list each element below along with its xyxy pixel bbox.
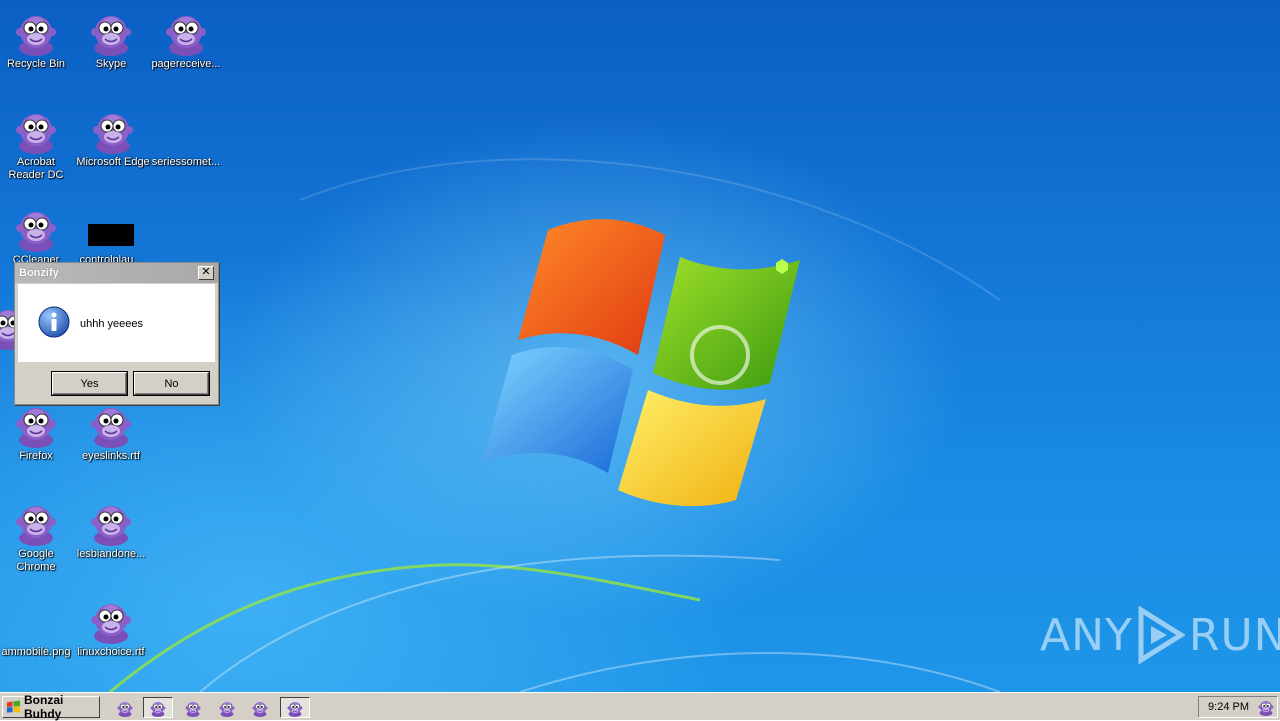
dialog-titlebar[interactable]: Bonzify ✕: [15, 263, 218, 283]
close-icon: ✕: [201, 266, 211, 278]
desktop-icon-lesbiandone[interactable]: lesbiandone...: [73, 498, 149, 561]
bonzi-icon: [12, 204, 60, 252]
bonzi-icon: [251, 699, 269, 717]
desktop-icon-controlplau[interactable]: controlplau...: [73, 204, 149, 267]
windows-logo: [482, 219, 800, 507]
desktop-icon-seriessomet[interactable]: seriessomet...: [148, 106, 224, 169]
bonzi-icon: [116, 699, 134, 717]
desktop-icon-label: Acrobat Reader DC: [8, 156, 64, 181]
dialog-body: uhhh yeeees: [18, 284, 215, 362]
bonzi-icon: [87, 400, 135, 448]
clock[interactable]: 9:24 PM: [1208, 701, 1249, 713]
system-tray: 9:24 PM: [1198, 696, 1278, 718]
desktop-icon-linuxchoice[interactable]: linuxchoice.rtf: [73, 596, 149, 659]
bonzi-icon: [218, 699, 236, 717]
desktop-icon-ccleaner[interactable]: CCleaner: [0, 204, 74, 267]
watermark-left-text: ANY: [1040, 609, 1133, 661]
watermark-right-text: RUN: [1188, 609, 1280, 661]
dialog-message: uhhh yeeees: [80, 318, 143, 330]
message-dialog: Bonzify ✕ uhhh yeeees Yes No: [14, 262, 219, 405]
blank-file-icon: [162, 106, 210, 154]
desktop-icon-label: linuxchoice.rtf: [77, 646, 145, 658]
desktop-icon-label: Recycle Bin: [6, 58, 66, 70]
desktop-icon-firefox[interactable]: Firefox: [0, 400, 74, 463]
close-button[interactable]: ✕: [198, 266, 214, 280]
desktop-icon-label: eyeslinks.rtf: [81, 450, 141, 462]
desktop-icon-label: ammobile.png: [1, 646, 71, 658]
start-button[interactable]: Bonzai Buhdy: [2, 693, 100, 721]
bonzi-icon: [87, 498, 135, 546]
yes-button[interactable]: Yes: [52, 372, 127, 395]
taskbar-app-4[interactable]: [212, 697, 242, 718]
taskbar-app-5[interactable]: [245, 697, 275, 718]
bonzi-icon: [286, 699, 304, 717]
desktop-icon-skype[interactable]: Skype: [73, 8, 149, 71]
start-button-label: Bonzai Buhdy: [24, 693, 64, 721]
dialog-title: Bonzify: [19, 267, 59, 279]
desktop-icon-recycle-bin[interactable]: Recycle Bin: [0, 8, 74, 71]
bonzi-icon: [12, 498, 60, 546]
no-button[interactable]: No: [134, 372, 209, 395]
desktop-icon-label: Microsoft Edge: [76, 156, 150, 168]
bonzi-icon: [12, 106, 60, 154]
bonzi-icon: [89, 106, 137, 154]
desktop-icon-google-chrome[interactable]: Google Chrome: [0, 498, 74, 574]
desktop-icon-eyeslinks[interactable]: eyeslinks.rtf: [73, 400, 149, 463]
desktop-icon-acrobat-reader[interactable]: Acrobat Reader DC: [0, 106, 74, 182]
desktop-icon-label: Firefox: [19, 450, 53, 462]
bonzi-tray-icon[interactable]: [1257, 698, 1275, 716]
taskbar-app-1[interactable]: [110, 697, 140, 718]
desktop-icon-ammobile[interactable]: ammobile.png: [0, 596, 74, 659]
desktop-icon-label: lesbiandone...: [76, 548, 146, 560]
black-image-icon: [88, 224, 134, 246]
desktop-icon-microsoft-edge[interactable]: Microsoft Edge: [73, 106, 153, 169]
bonzi-icon: [87, 596, 135, 644]
desktop[interactable]: Recycle Bin Skype pagereceive... Acrobat…: [0, 0, 1280, 692]
taskbar: Bonzai Buhdy 9:24 PM: [0, 692, 1280, 721]
desktop-icon-pagereceive[interactable]: pagereceive...: [148, 8, 224, 71]
play-icon: [1138, 606, 1185, 664]
taskbar-app-3[interactable]: [178, 697, 208, 718]
bonzi-icon: [149, 699, 167, 717]
bonzi-icon: [12, 8, 60, 56]
bonzi-icon: [184, 699, 202, 717]
info-icon: [38, 306, 70, 338]
bonzi-icon: [87, 8, 135, 56]
desktop-icon-label: seriessomet...: [151, 156, 221, 168]
desktop-icon-label: pagereceive...: [151, 58, 221, 70]
desktop-icon-label: Google Chrome: [16, 548, 56, 573]
anyrun-watermark: ANY RUN: [1040, 606, 1280, 664]
taskbar-app-2[interactable]: [143, 697, 173, 718]
desktop-icon-label: Skype: [95, 58, 127, 70]
windows-flag-icon: [6, 700, 21, 713]
bonzi-icon: [12, 400, 60, 448]
taskbar-app-6[interactable]: [280, 697, 310, 718]
blank-file-icon: [12, 596, 60, 644]
bonzi-icon: [162, 8, 210, 56]
